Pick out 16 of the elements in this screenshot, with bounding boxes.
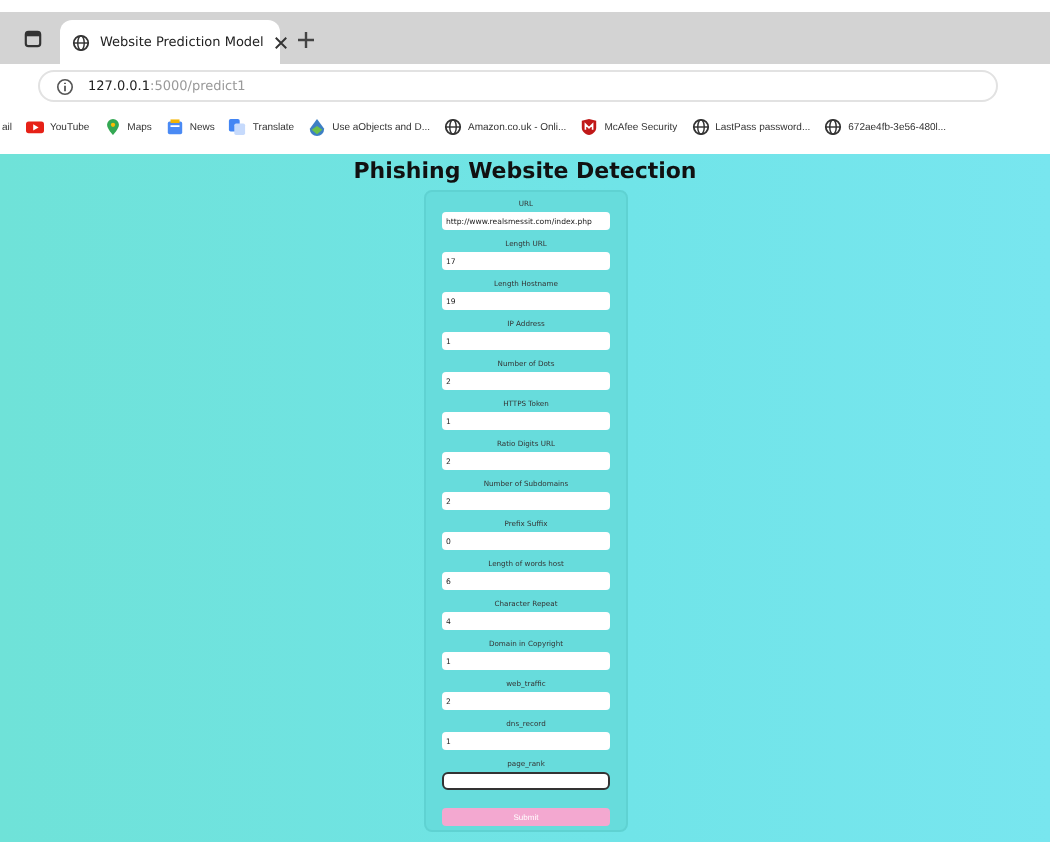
new-tab-icon[interactable] xyxy=(296,30,316,50)
input-field[interactable] xyxy=(442,772,610,790)
translate-icon xyxy=(228,118,247,136)
globe-icon xyxy=(824,118,843,136)
page-title: Phishing Website Detection xyxy=(353,158,697,184)
newspaper-icon xyxy=(165,118,184,136)
info-icon xyxy=(56,77,74,95)
tab-list-icon[interactable] xyxy=(24,30,42,48)
map-pin-icon xyxy=(103,118,122,136)
shield-icon xyxy=(580,118,599,136)
drop-icon xyxy=(308,118,327,136)
globe-icon xyxy=(72,33,90,51)
globe-icon xyxy=(444,118,463,136)
globe-icon xyxy=(691,118,710,136)
close-icon[interactable] xyxy=(273,35,288,49)
play-icon xyxy=(26,118,45,136)
